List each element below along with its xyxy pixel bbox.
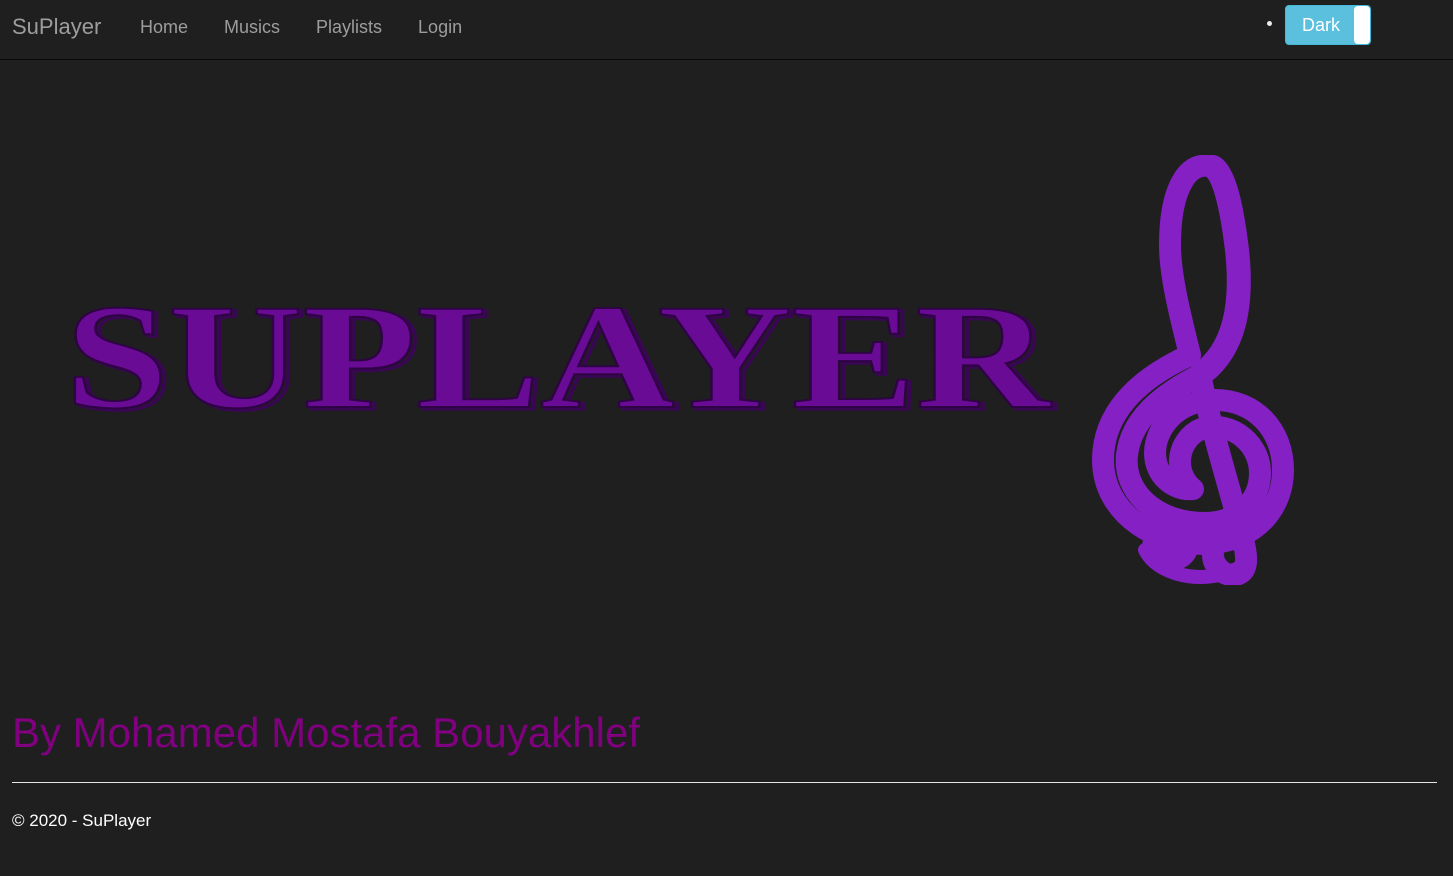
footer-copyright: © 2020 - SuPlayer [12, 811, 152, 830]
nav-link-musics[interactable]: Musics [206, 0, 298, 54]
theme-toggle-knob[interactable] [1354, 6, 1370, 44]
author-heading: By Mohamed Mostafa Bouyakhlef [12, 709, 640, 756]
nav-link-login[interactable]: Login [400, 0, 480, 54]
treble-clef-icon [1092, 155, 1294, 585]
theme-toggle[interactable]: Dark [1285, 5, 1371, 45]
nav-links: Home Musics Playlists Login [122, 0, 480, 54]
nav-link-playlists[interactable]: Playlists [298, 0, 400, 54]
theme-toggle-label: Dark [1301, 15, 1340, 35]
navbar: SuPlayer Home Musics Playlists Login Dar… [0, 0, 1453, 60]
logo-text: SUPLAYER [65, 274, 1052, 440]
nav-bullet [1267, 21, 1272, 26]
footer-divider [12, 782, 1437, 783]
brand-link[interactable]: SuPlayer [12, 13, 101, 41]
nav-link-home[interactable]: Home [122, 0, 206, 54]
suplayer-logo: SUPLAYER SUPLAYER [64, 155, 1294, 585]
